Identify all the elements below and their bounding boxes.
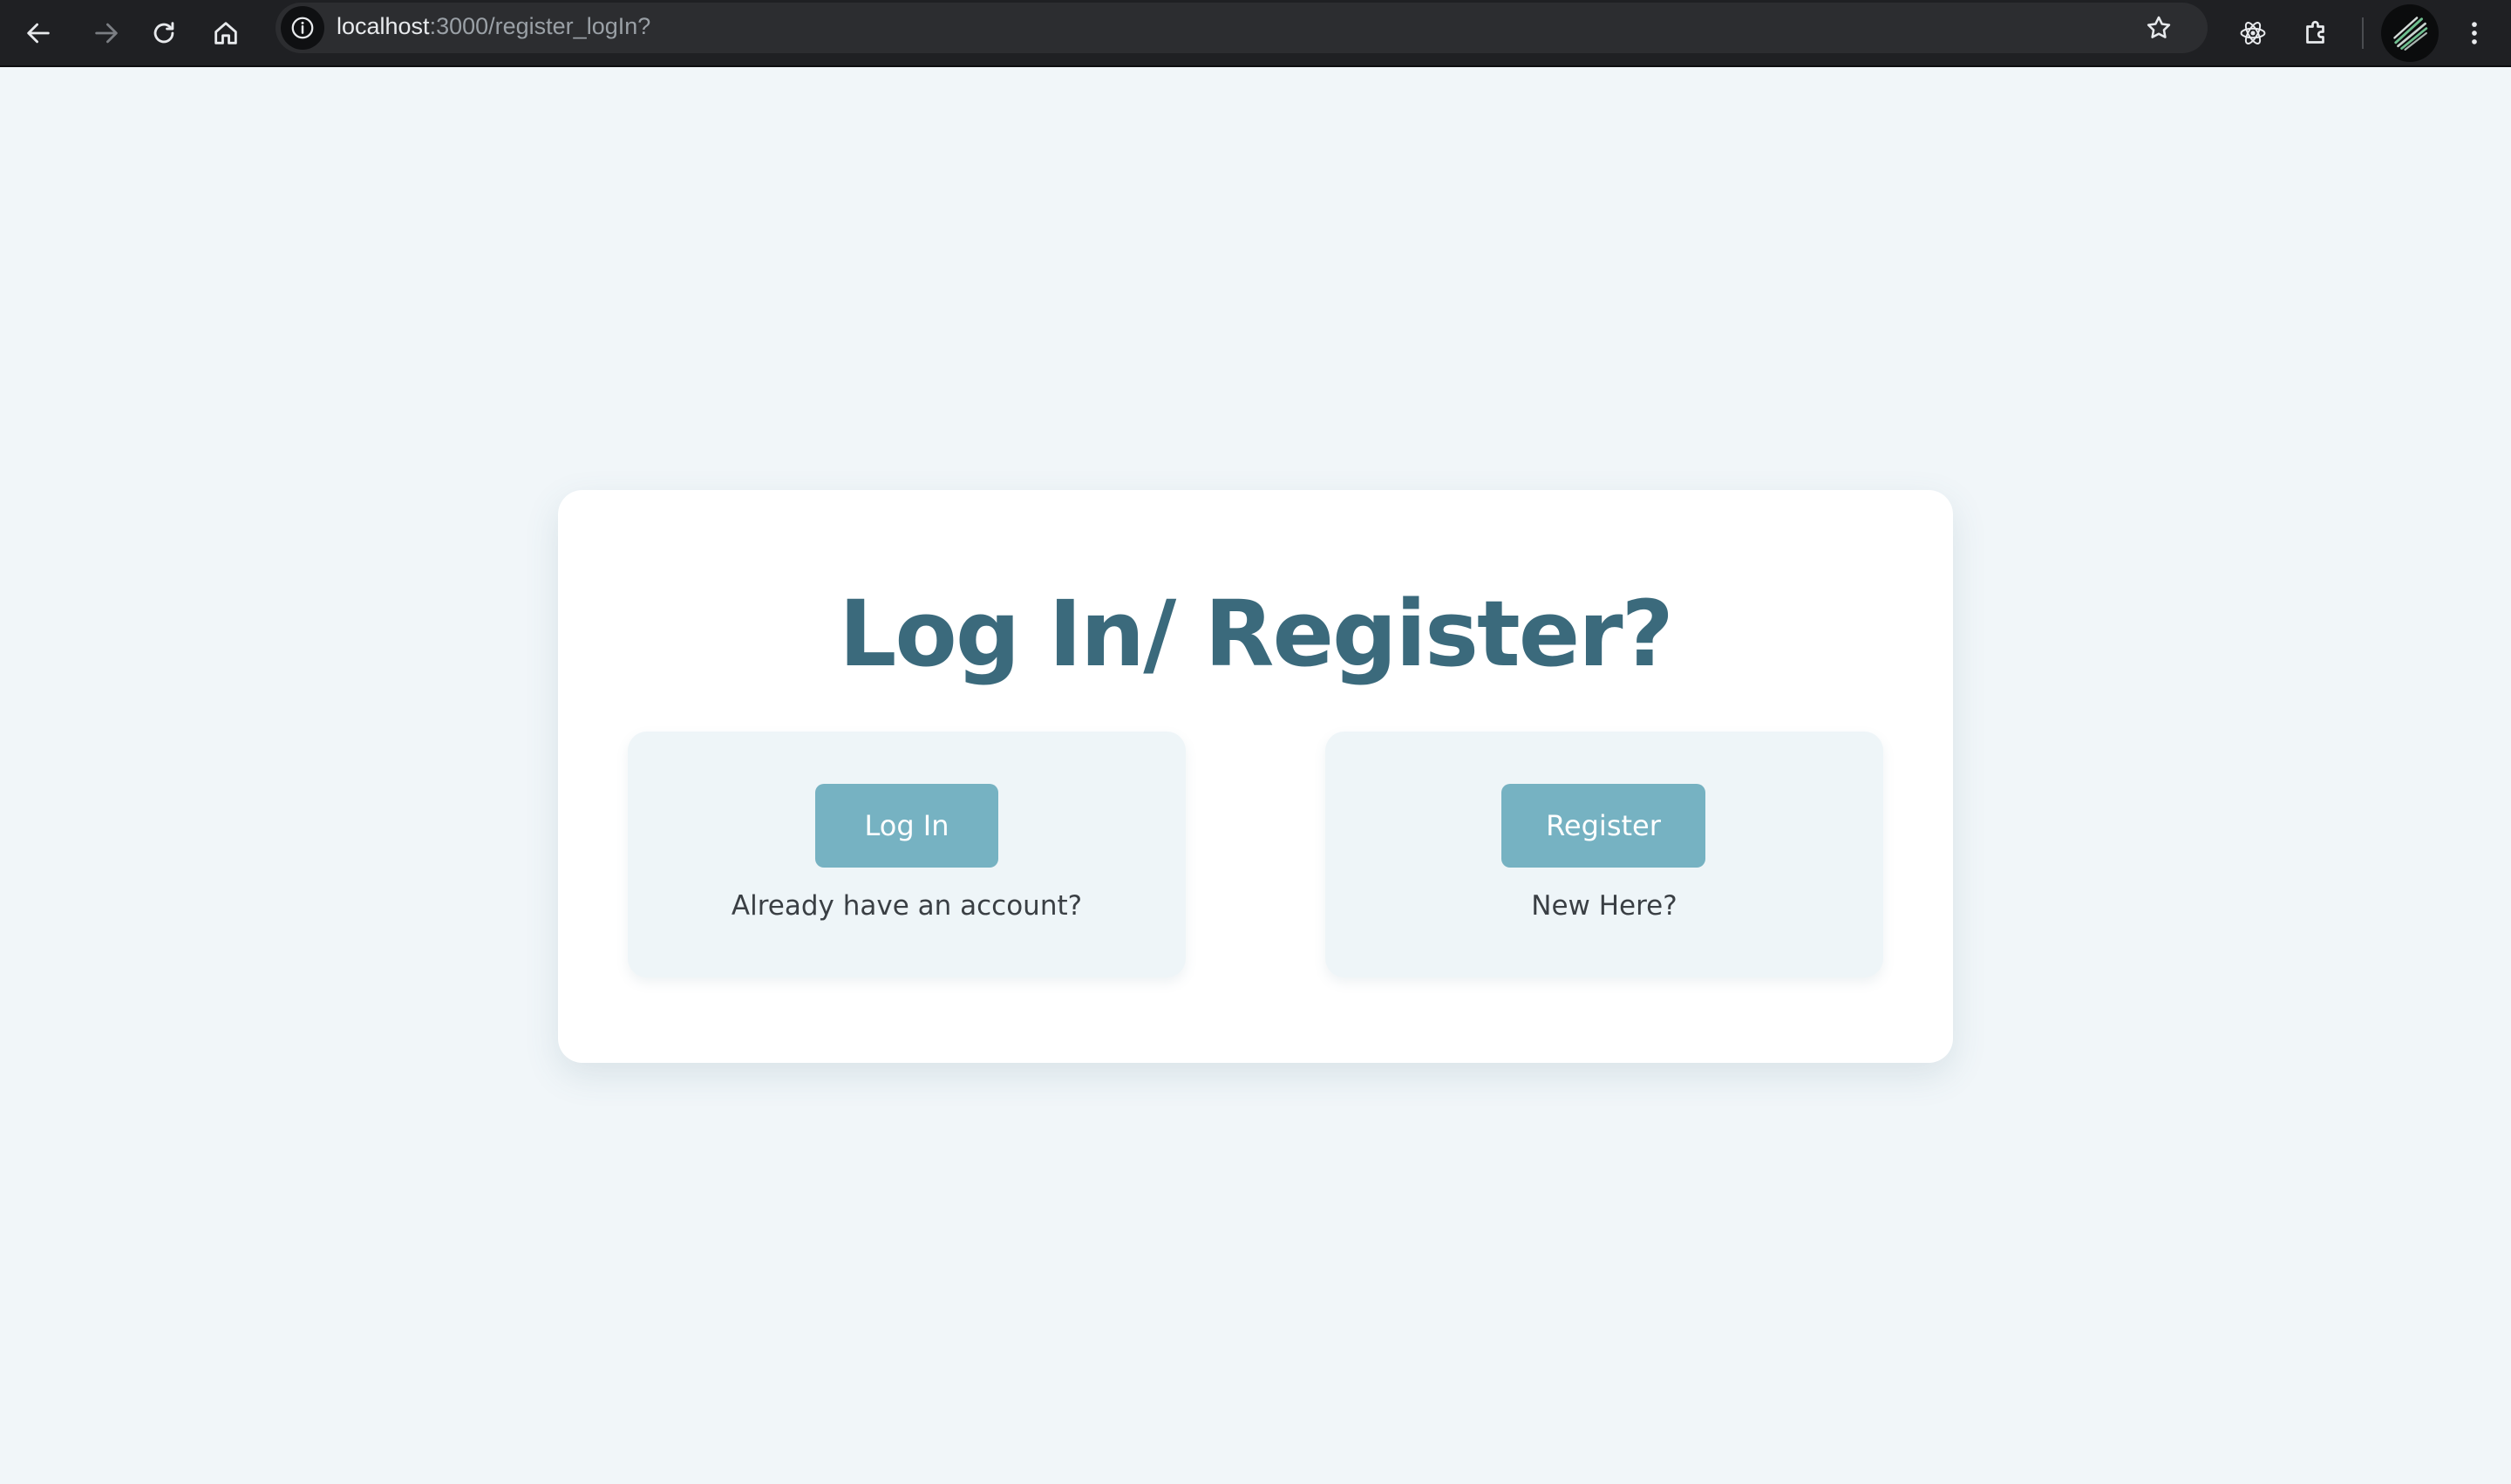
forward-arrow-icon xyxy=(95,23,118,44)
register-option-panel: Register New Here? xyxy=(1325,732,1883,977)
bookmark-button[interactable] xyxy=(2140,10,2177,46)
kebab-menu-icon xyxy=(2472,22,2477,44)
register-button[interactable]: Register xyxy=(1501,784,1705,868)
toolbar-divider xyxy=(2362,17,2364,49)
browser-menu-button[interactable] xyxy=(2452,9,2497,58)
home-button[interactable] xyxy=(203,10,248,56)
browser-toolbar: localhost:3000/register_logIn? xyxy=(0,0,2511,67)
puzzle-icon xyxy=(2306,20,2324,44)
register-caption: New Here? xyxy=(1531,890,1677,922)
login-button[interactable]: Log In xyxy=(815,784,998,868)
site-info-button[interactable] xyxy=(281,6,324,50)
back-button[interactable] xyxy=(16,10,61,56)
page-title: Log In/ Register? xyxy=(839,581,1674,687)
profile-avatar[interactable] xyxy=(2381,4,2439,62)
url-host: localhost xyxy=(337,13,430,39)
url-text[interactable]: localhost:3000/register_logIn? xyxy=(337,13,650,40)
info-icon xyxy=(291,17,314,39)
react-devtools-icon xyxy=(2240,22,2266,44)
back-arrow-icon xyxy=(27,23,50,44)
react-devtools-extension-button[interactable] xyxy=(2229,9,2277,58)
extensions-button[interactable] xyxy=(2292,9,2341,58)
reload-button[interactable] xyxy=(141,10,187,56)
home-icon xyxy=(214,22,237,44)
login-caption: Already have an account? xyxy=(731,890,1083,922)
profile-picture xyxy=(2393,17,2428,51)
auth-choice-card: Log In/ Register? Log In Already have an… xyxy=(558,490,1953,1063)
star-icon xyxy=(2147,16,2171,38)
url-path: :3000/register_logIn? xyxy=(429,13,651,39)
address-bar[interactable]: localhost:3000/register_logIn? xyxy=(276,3,2208,53)
reload-icon xyxy=(153,22,174,44)
login-option-panel: Log In Already have an account? xyxy=(628,732,1186,977)
forward-button[interactable] xyxy=(84,10,129,56)
